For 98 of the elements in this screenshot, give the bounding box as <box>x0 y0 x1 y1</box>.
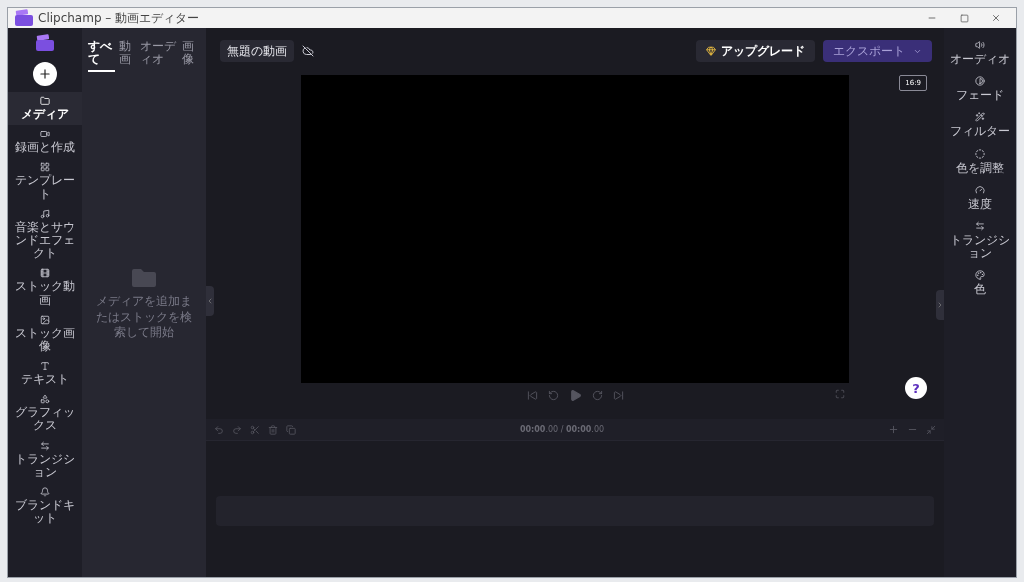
sidebar-item[interactable]: ストック動画 <box>8 264 82 311</box>
property-label: トランジション <box>949 233 1011 261</box>
property-label: 色を調整 <box>956 161 1004 175</box>
play-icon <box>568 388 582 402</box>
sidebar-item[interactable]: テンプレート <box>8 158 82 205</box>
scissors-icon <box>250 424 260 435</box>
transition-icon <box>40 440 50 451</box>
rewind-button[interactable] <box>547 389 559 401</box>
property-item[interactable]: 色を調整 <box>944 144 1016 179</box>
skip-forward-icon <box>612 389 624 401</box>
sidebar-item[interactable]: ストック画像 <box>8 310 82 358</box>
skip-forward-button[interactable] <box>612 389 624 401</box>
trash-icon <box>268 424 278 435</box>
upgrade-button[interactable]: アップグレード <box>696 40 815 62</box>
sidebar-item[interactable]: グラフィックス <box>8 390 82 437</box>
project-name-button[interactable]: 無題の動画 <box>220 40 294 62</box>
duplicate-button[interactable] <box>286 424 296 435</box>
property-item[interactable]: トランジション <box>944 216 1016 265</box>
plus-icon <box>888 424 899 435</box>
property-item[interactable]: 速度 <box>944 180 1016 215</box>
sidebar-item[interactable]: トランジション <box>8 436 82 483</box>
rewind-icon <box>547 389 559 401</box>
close-icon <box>991 13 1001 23</box>
shrink-icon <box>926 424 936 435</box>
gauge-icon <box>975 184 985 195</box>
sidebar-item[interactable]: ブランドキット <box>8 483 82 530</box>
fit-button[interactable] <box>926 424 936 435</box>
play-button[interactable] <box>568 388 582 402</box>
media-tab[interactable]: すべて <box>88 40 115 73</box>
window-title: Clipchamp – 動画エディター <box>38 9 201 27</box>
media-tab[interactable]: 動画 <box>118 40 137 73</box>
logo-icon <box>35 34 55 52</box>
copy-icon <box>286 424 296 435</box>
grid-icon <box>40 162 50 173</box>
sidebar-label: メディア <box>21 108 69 122</box>
text-icon <box>40 361 50 372</box>
undo-button[interactable] <box>214 424 224 435</box>
forward-button[interactable] <box>591 389 603 401</box>
chevron-left-icon <box>206 297 214 305</box>
property-item[interactable]: フェード <box>944 72 1016 107</box>
image-icon <box>40 314 50 325</box>
expand-handle[interactable] <box>936 290 944 320</box>
transition-icon <box>975 220 985 231</box>
forward-icon <box>591 389 603 401</box>
gem-icon <box>706 46 716 56</box>
redo-button[interactable] <box>232 424 242 435</box>
sidebar-item[interactable]: メディア <box>8 92 82 126</box>
folder-icon <box>131 268 157 289</box>
bell-icon <box>40 487 50 497</box>
collapse-handle[interactable] <box>206 286 214 316</box>
sidebar-label: ストック動画 <box>14 280 76 307</box>
sidebar-item[interactable]: 音楽とサウンドエフェクト <box>8 204 82 265</box>
folder-icon <box>40 96 50 106</box>
plus-icon <box>38 67 52 81</box>
help-button[interactable]: ? <box>905 377 927 399</box>
property-label: フェード <box>956 89 1004 103</box>
skip-back-button[interactable] <box>526 389 538 401</box>
empty-message: メディアを追加またはストックを検索して開始 <box>96 294 192 342</box>
redo-icon <box>232 424 242 435</box>
sidebar-label: テンプレート <box>14 174 76 201</box>
shapes-icon <box>40 394 50 405</box>
property-label: 色 <box>974 283 986 297</box>
sidebar-item[interactable]: 録画と作成 <box>8 125 82 159</box>
film-icon <box>40 268 50 279</box>
magic-wand-icon <box>975 112 985 123</box>
property-item[interactable]: オーディオ <box>944 36 1016 71</box>
sidebar-item[interactable]: テキスト <box>8 357 82 391</box>
fullscreen-button[interactable] <box>835 389 845 399</box>
sidebar-label: ブランドキット <box>14 499 76 526</box>
skip-back-icon <box>526 389 538 401</box>
property-label: 速度 <box>968 197 992 211</box>
logo-icon <box>14 9 34 27</box>
property-item[interactable]: フィルター <box>944 108 1016 143</box>
add-button[interactable] <box>33 62 57 86</box>
sidebar-label: テキスト <box>21 373 69 387</box>
music-note-icon <box>40 208 50 219</box>
sidebar-label: 録画と作成 <box>15 141 75 155</box>
chevron-right-icon <box>936 301 944 309</box>
property-label: フィルター <box>950 125 1010 139</box>
media-tab[interactable]: 画像 <box>182 40 200 73</box>
property-label: オーディオ <box>950 53 1010 67</box>
speaker-icon <box>975 40 985 50</box>
delete-button[interactable] <box>268 424 278 435</box>
sidebar-label: ストック画像 <box>14 326 76 354</box>
media-tab[interactable]: オーディオ <box>140 40 179 73</box>
palette-icon <box>975 270 985 281</box>
zoom-in-button[interactable] <box>888 424 899 435</box>
sidebar-label: 音楽とサウンドエフェクト <box>14 220 76 261</box>
fullscreen-icon <box>835 389 845 399</box>
sidebar-label: グラフィックス <box>14 406 76 433</box>
sidebar-label: トランジション <box>14 452 76 479</box>
undo-icon <box>214 424 224 435</box>
cut-button[interactable] <box>250 424 260 435</box>
timecode: 00:00.00 / 00:00.00 <box>518 425 606 434</box>
video-camera-icon <box>40 129 50 140</box>
maximize-icon <box>959 13 969 23</box>
cloud-off-icon <box>302 45 314 57</box>
property-item[interactable]: 色 <box>944 266 1016 301</box>
